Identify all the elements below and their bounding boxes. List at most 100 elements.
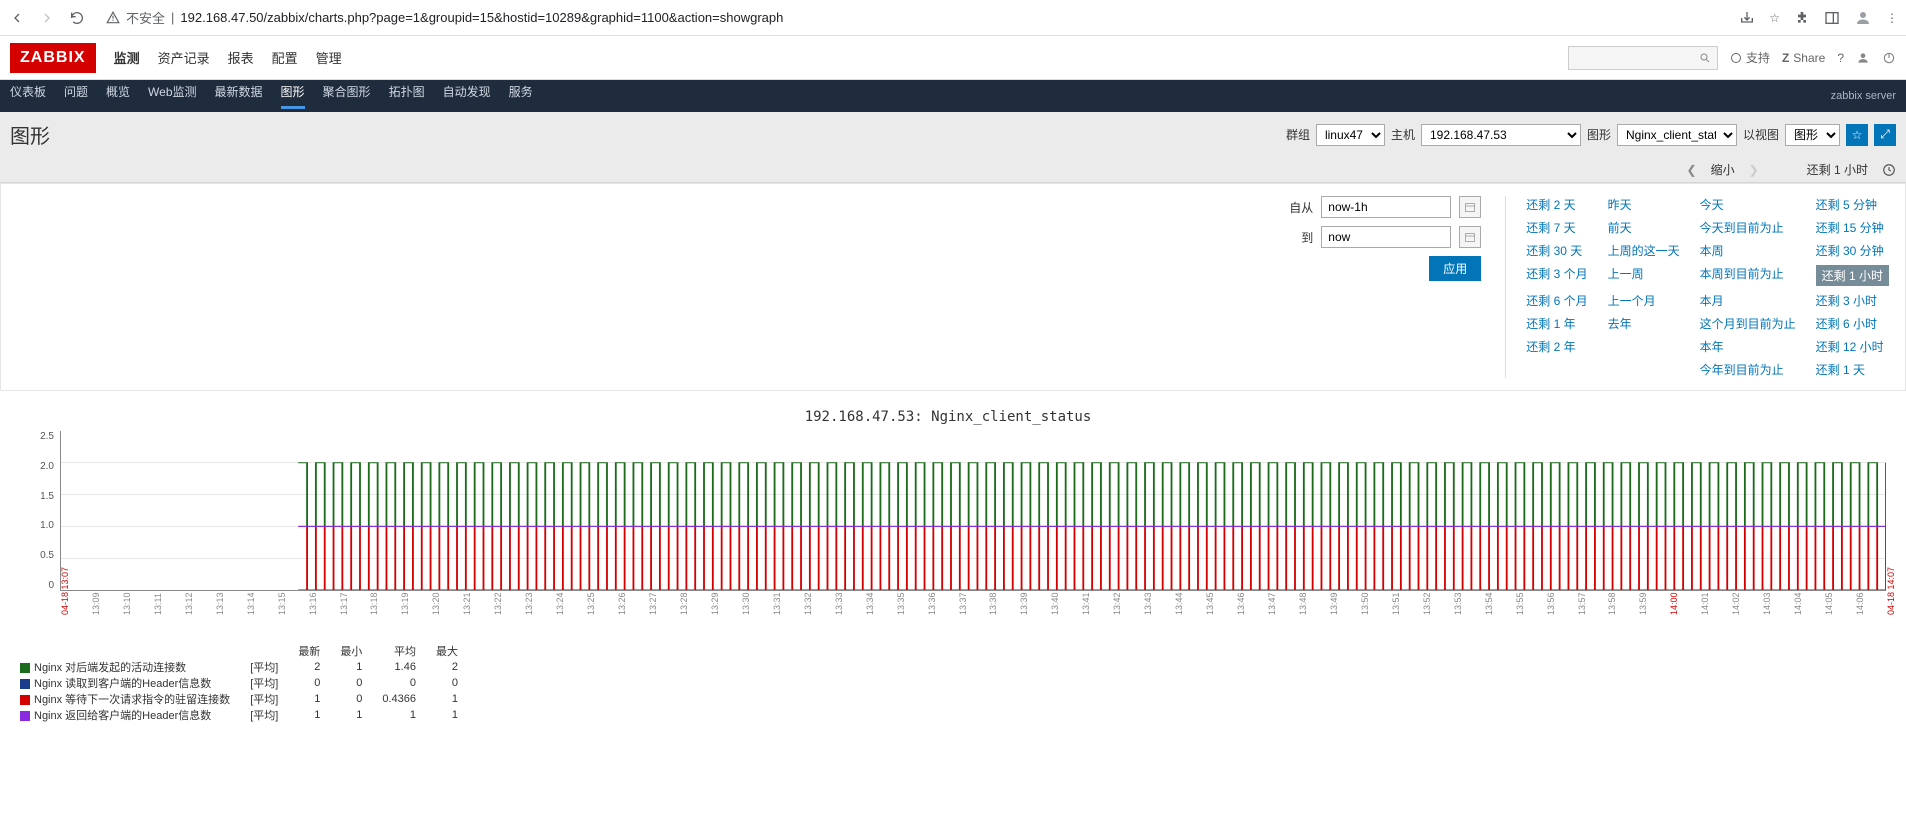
from-input[interactable] <box>1321 196 1451 218</box>
fullscreen-button[interactable]: ⤢ <box>1874 124 1896 146</box>
time-preset-link[interactable]: 前天 <box>1608 219 1680 236</box>
time-preset-link[interactable]: 还剩 1 小时 <box>1816 265 1889 286</box>
from-calendar-button[interactable] <box>1459 196 1481 218</box>
zabbix-logo[interactable]: ZABBIX <box>10 43 96 73</box>
sub-menu-item[interactable]: 自动发现 <box>443 83 491 109</box>
time-preset-link[interactable]: 这个月到目前为止 <box>1700 315 1796 332</box>
time-preset-link[interactable]: 还剩 2 天 <box>1526 196 1587 213</box>
x-tick: 13:43 <box>1143 592 1153 615</box>
extensions-icon[interactable] <box>1794 10 1810 26</box>
time-preset-link[interactable]: 还剩 3 个月 <box>1526 265 1587 286</box>
sub-menu-item[interactable]: 概览 <box>106 83 130 109</box>
warning-icon <box>106 11 120 25</box>
panel-icon[interactable] <box>1824 10 1840 26</box>
time-preset-link[interactable]: 还剩 30 天 <box>1526 242 1587 259</box>
y-tick: 0 <box>48 580 54 591</box>
x-tick: 14:02 <box>1731 592 1741 615</box>
clock-icon[interactable] <box>1882 163 1896 177</box>
x-tick: 13:15 <box>277 592 287 615</box>
main-menu-item[interactable]: 配置 <box>272 48 298 67</box>
sub-menu-item[interactable]: 图形 <box>281 83 305 109</box>
x-tick: 13:36 <box>927 592 937 615</box>
sub-menu-item[interactable]: 问题 <box>64 83 88 109</box>
time-preset-link[interactable]: 今年到目前为止 <box>1700 361 1796 378</box>
sub-menu-item[interactable]: 服务 <box>509 83 533 109</box>
sub-menu-item[interactable]: 聚合图形 <box>323 83 371 109</box>
time-preset-link[interactable]: 上一周 <box>1608 265 1680 286</box>
sub-menu-item[interactable]: 拓扑图 <box>389 83 425 109</box>
favorite-button[interactable]: ☆ <box>1846 124 1868 146</box>
support-link[interactable]: 支持 <box>1730 49 1770 66</box>
time-preset-link[interactable]: 还剩 7 天 <box>1526 219 1587 236</box>
to-calendar-button[interactable] <box>1459 226 1481 248</box>
apply-button[interactable]: 应用 <box>1429 256 1481 281</box>
profile-icon[interactable] <box>1854 9 1872 27</box>
graph-select[interactable]: Nginx_client_status <box>1617 124 1737 146</box>
time-preset-link[interactable]: 本月 <box>1700 292 1796 309</box>
power-icon[interactable] <box>1882 51 1896 65</box>
time-preset-link[interactable]: 本年 <box>1700 338 1796 355</box>
main-menu-item[interactable]: 资产记录 <box>158 48 210 67</box>
time-preset-link[interactable]: 还剩 12 小时 <box>1816 338 1889 355</box>
sub-menu-item[interactable]: 最新数据 <box>215 83 263 109</box>
y-axis: 2.52.01.51.00.50 <box>10 431 60 591</box>
time-preset-link[interactable]: 今天到目前为止 <box>1700 219 1796 236</box>
time-preset-link[interactable]: 还剩 2 年 <box>1526 338 1587 355</box>
menu-icon[interactable]: ⋮ <box>1886 11 1898 25</box>
time-filter-panel: 自从 到 应用 还剩 2 天昨天今天还剩 5 分钟还剩 7 天前天今天到目前为止… <box>0 183 1906 391</box>
main-menu-item[interactable]: 管理 <box>316 48 342 67</box>
time-preset-link[interactable]: 还剩 6 个月 <box>1526 292 1587 309</box>
time-preset-link[interactable]: 还剩 30 分钟 <box>1816 242 1889 259</box>
x-tick: 13:26 <box>617 592 627 615</box>
time-preset-link[interactable]: 本周到目前为止 <box>1700 265 1796 286</box>
view-select[interactable]: 图形 <box>1785 124 1840 146</box>
legend-row: Nginx 等待下一次请求指令的驻留连接数[平均]100.43661 <box>10 691 468 707</box>
forward-button[interactable] <box>38 9 56 27</box>
time-preset-link[interactable]: 还剩 5 分钟 <box>1816 196 1889 213</box>
x-tick: 13:20 <box>431 592 441 615</box>
security-label: 不安全 <box>126 8 165 27</box>
sub-menu-item[interactable]: Web监测 <box>148 83 196 109</box>
time-preset-link[interactable]: 还剩 3 小时 <box>1816 292 1889 309</box>
main-menu-item[interactable]: 监测 <box>114 48 140 67</box>
time-next-button[interactable]: ❯ <box>1749 163 1759 177</box>
time-preset-link[interactable]: 今天 <box>1700 196 1796 213</box>
address-bar[interactable]: 不安全 | 192.168.47.50/zabbix/charts.php?pa… <box>98 8 1727 27</box>
back-button[interactable] <box>8 9 26 27</box>
x-tick: 14:01 <box>1700 592 1710 615</box>
time-preset-link[interactable]: 去年 <box>1608 315 1680 332</box>
host-select[interactable]: 192.168.47.53 <box>1421 124 1581 146</box>
help-icon[interactable]: ? <box>1837 51 1844 65</box>
time-preset-link[interactable]: 还剩 15 分钟 <box>1816 219 1889 236</box>
time-preset-link[interactable]: 上一个月 <box>1608 292 1680 309</box>
time-prev-button[interactable]: ❮ <box>1687 163 1697 177</box>
reload-button[interactable] <box>68 9 86 27</box>
x-tick: 13:10 <box>122 592 132 615</box>
time-preset-link[interactable]: 上周的这一天 <box>1608 242 1680 259</box>
time-preset-link[interactable]: 还剩 1 天 <box>1816 361 1889 378</box>
x-tick: 13:46 <box>1236 592 1246 615</box>
share-icon[interactable] <box>1739 10 1755 26</box>
page-title: 图形 <box>10 120 50 149</box>
to-input[interactable] <box>1321 226 1451 248</box>
chart-plot[interactable] <box>60 431 1886 591</box>
star-icon[interactable]: ☆ <box>1769 11 1780 25</box>
zoom-out-button[interactable]: 缩小 <box>1711 161 1735 178</box>
x-tick: 13:32 <box>803 592 813 615</box>
x-tick: 13:21 <box>462 592 472 615</box>
chart-container: 192.168.47.53: Nginx_client_status 2.52.… <box>0 399 1906 733</box>
main-menu-item[interactable]: 报表 <box>228 48 254 67</box>
time-preset-link[interactable]: 还剩 6 小时 <box>1816 315 1889 332</box>
x-tick: 13:49 <box>1329 592 1339 615</box>
sub-menu-item[interactable]: 仪表板 <box>10 83 46 109</box>
time-presets: 还剩 2 天 昨天 今天 还剩 5 分钟还剩 7 天 前天 今天到目前为止 还剩 15 分钟… <box>1505 196 1889 378</box>
x-tick: 13:33 <box>834 592 844 615</box>
x-tick-end: 04-18 14:07 <box>1886 567 1896 615</box>
user-icon[interactable] <box>1856 51 1870 65</box>
share-link[interactable]: ZShare <box>1782 51 1825 65</box>
time-preset-link[interactable]: 本周 <box>1700 242 1796 259</box>
search-input[interactable] <box>1568 46 1718 70</box>
group-select[interactable]: linux47 <box>1316 124 1385 146</box>
time-preset-link[interactable]: 昨天 <box>1608 196 1680 213</box>
time-preset-link[interactable]: 还剩 1 年 <box>1526 315 1587 332</box>
